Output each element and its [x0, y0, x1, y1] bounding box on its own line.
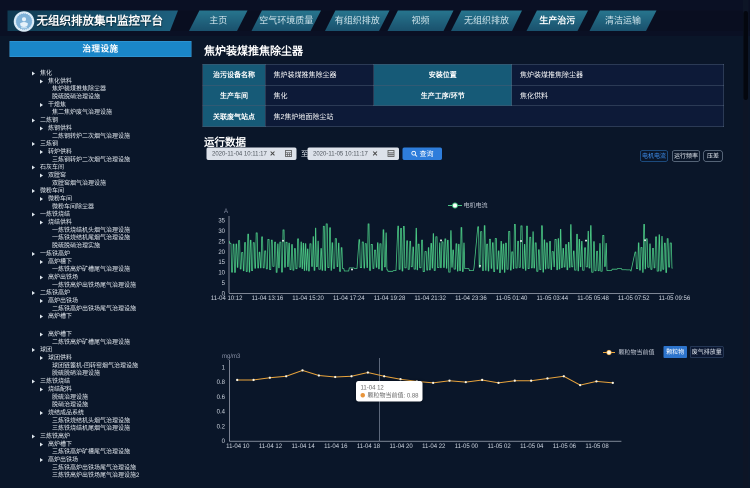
svg-text:0.8: 0.8	[217, 380, 226, 386]
svg-text:11-04 14: 11-04 14	[291, 444, 315, 450]
svg-text:5: 5	[222, 281, 226, 287]
svg-text:11-05 02: 11-05 02	[487, 444, 511, 450]
svg-text:11-04 10: 11-04 10	[226, 444, 250, 450]
svg-text:11-04 16: 11-04 16	[324, 444, 348, 450]
svg-text:11-05 01:40: 11-05 01:40	[496, 296, 528, 302]
svg-text:1: 1	[222, 365, 226, 371]
svg-text:11-05 03:44: 11-05 03:44	[537, 296, 569, 302]
svg-text:11-05 09:56: 11-05 09:56	[659, 296, 691, 302]
svg-text:11-04 15:20: 11-04 15:20	[292, 296, 324, 302]
svg-text:11-04 21:32: 11-04 21:32	[414, 296, 446, 302]
svg-text:35: 35	[218, 219, 225, 225]
svg-text:0.2: 0.2	[217, 424, 226, 430]
svg-text:11-05 07:52: 11-05 07:52	[618, 296, 650, 302]
svg-text:11-04 22: 11-04 22	[422, 444, 446, 450]
svg-text:10: 10	[218, 271, 225, 277]
svg-text:颗粒物当前值: 颗粒物当前值	[619, 349, 655, 357]
svg-text:11-04 10:12: 11-04 10:12	[211, 296, 243, 302]
svg-text:11-05 05:48: 11-05 05:48	[577, 296, 609, 302]
svg-text:11-04 12: 11-04 12	[259, 444, 283, 450]
svg-text:A: A	[224, 209, 228, 215]
svg-text:电机电流: 电机电流	[464, 202, 488, 210]
svg-text:11-04 13:16: 11-04 13:16	[252, 296, 284, 302]
svg-text:20: 20	[218, 250, 225, 256]
svg-text:0: 0	[222, 439, 226, 445]
svg-text:11-04 18: 11-04 18	[357, 444, 381, 450]
svg-text:mg/m3: mg/m3	[222, 354, 241, 360]
svg-text:15: 15	[218, 260, 225, 266]
svg-text:11-05 04: 11-05 04	[520, 444, 544, 450]
svg-text:11-04 17:24: 11-04 17:24	[333, 296, 365, 302]
svg-text:11-05 00: 11-05 00	[455, 444, 479, 450]
svg-text:11-04 23:36: 11-04 23:36	[455, 296, 487, 302]
svg-text:11-04 20: 11-04 20	[389, 444, 413, 450]
svg-text:0.6: 0.6	[217, 395, 226, 401]
svg-text:11-05 08: 11-05 08	[585, 444, 609, 450]
svg-text:11-04 19:28: 11-04 19:28	[374, 296, 406, 302]
svg-text:11-05 06: 11-05 06	[553, 444, 577, 450]
svg-text:25: 25	[218, 239, 225, 245]
svg-text:30: 30	[218, 229, 225, 235]
svg-text:0.4: 0.4	[217, 410, 226, 416]
